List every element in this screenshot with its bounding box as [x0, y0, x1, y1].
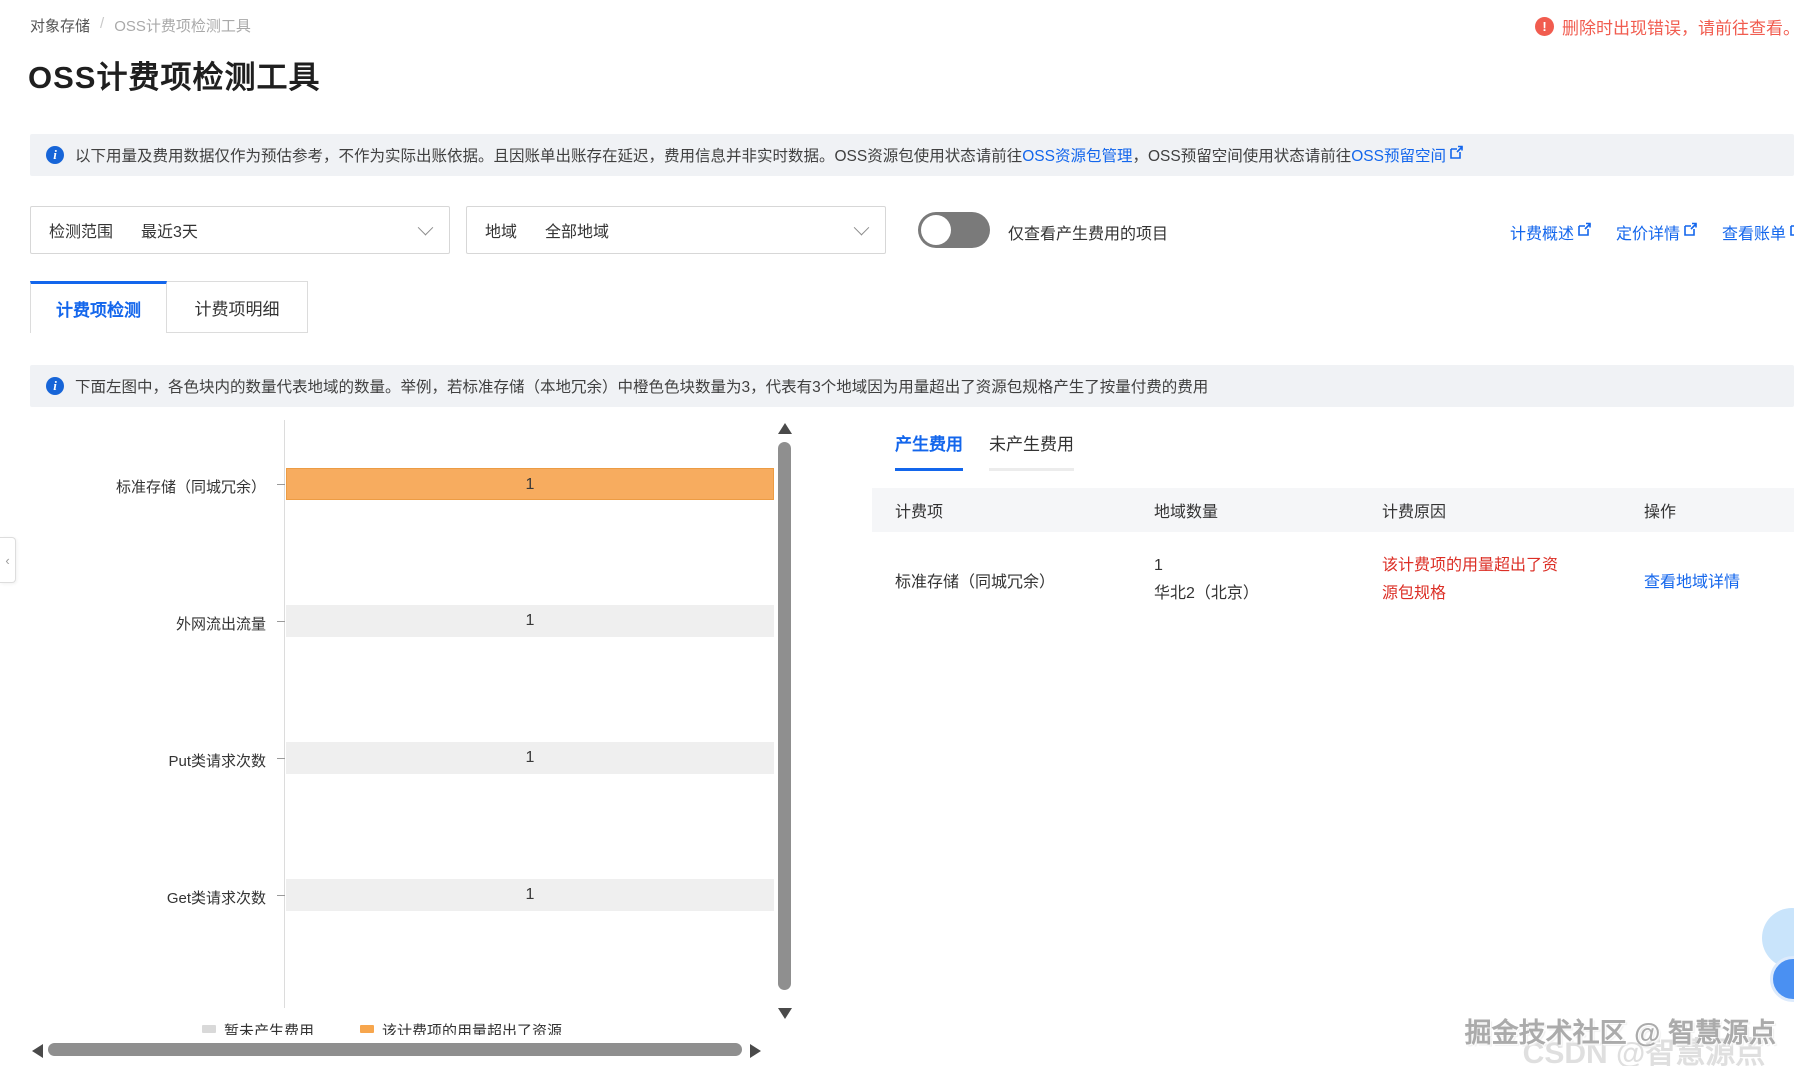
only-billed-toggle-label: 仅查看产生费用的项目 [1008, 226, 1169, 243]
scroll-right-arrow-icon[interactable] [750, 1044, 761, 1058]
reason-text: 该计费项的用量超出了资源包规格 [1382, 557, 1559, 602]
axis-tick [277, 621, 285, 622]
legend-swatch-orange [360, 1025, 375, 1033]
bar-put-requests[interactable]: 1 [286, 742, 774, 774]
info-icon: i [46, 377, 64, 395]
pricing-detail-link[interactable]: 定价详情 [1616, 220, 1698, 244]
external-link-icon [1789, 222, 1794, 242]
region-value: 全部地域 [545, 224, 610, 241]
axis-tick [277, 758, 285, 759]
main-tabs: 计费项检测 计费项明细 [30, 281, 308, 333]
reserved-capacity-link[interactable]: OSS预留空间 [1351, 144, 1446, 166]
chart-explain-banner: i 下面左图中，各色块内的数量代表地域的数量。举例，若标准存储（本地冗余）中橙色… [30, 365, 1794, 407]
chart-vertical-scrollbar[interactable] [777, 420, 793, 1066]
floating-help-button[interactable] [1770, 956, 1794, 1002]
tab-fee-not-incurred[interactable]: 未产生费用 [989, 430, 1074, 471]
bar-label-get-requests: Get类请求次数 [166, 890, 266, 907]
vertical-scroll-thumb[interactable] [778, 442, 791, 990]
chevron-down-icon [417, 219, 434, 235]
breadcrumb-current: OSS计费项检测工具 [114, 18, 251, 35]
bar-standard-storage[interactable]: 1 [286, 468, 774, 500]
only-billed-toggle[interactable] [918, 212, 990, 248]
scroll-down-arrow-icon[interactable] [778, 1008, 792, 1019]
cell-action: 查看地域详情 [1644, 568, 1794, 592]
table-row: 标准存储（同城冗余） 1 华北2（北京） 该计费项的用量超出了资源包规格 查看地… [872, 532, 1794, 630]
region-label: 地域 [485, 224, 518, 241]
toggle-knob [921, 215, 951, 245]
billing-overview-label: 计费概述 [1509, 226, 1574, 243]
bar-label-put-requests: Put类请求次数 [168, 753, 266, 770]
bar-label-outbound-traffic: 外网流出流量 [175, 616, 266, 633]
breadcrumb: 对象存储 / OSS计费项检测工具 [30, 15, 251, 36]
external-link-icon [1577, 222, 1592, 242]
range-value: 最近3天 [141, 224, 198, 241]
cell-billing-item: 标准存储（同城冗余） [895, 574, 1056, 591]
legend-item-over-quota: 该计费项的用量超出了资源 [360, 1020, 562, 1035]
help-links: 计费概述 定价详情 查看账单 [1510, 220, 1794, 244]
axis-tick [277, 895, 285, 896]
range-label: 检测范围 [49, 224, 114, 241]
sidebar-collapse-handle[interactable]: ‹ [0, 537, 16, 583]
billing-item-bar-chart: 标准存储（同城冗余） 1 外网流出流量 1 Put类请求次数 1 Get类请求次… [30, 420, 792, 1066]
fee-tabs: 产生费用 未产生费用 [872, 430, 1794, 471]
fee-result-panel: 产生费用 未产生费用 计费项 地域数量 计费原因 操作 标准存储（同城冗余） 1… [872, 430, 1794, 630]
estimate-notice-banner: i 以下用量及费用数据仅作为预估参考，不作为实际出账依据。且因账单出账存在延迟，… [30, 134, 1794, 176]
external-link-icon [1683, 222, 1698, 242]
legend-label-no-fee: 暂未产生费用 [224, 1023, 315, 1035]
resource-pack-link[interactable]: OSS资源包管理 [1022, 144, 1132, 166]
chart-horizontal-scrollbar[interactable] [30, 1042, 792, 1060]
cell-reason: 该计费项的用量超出了资源包规格 [1382, 552, 1644, 608]
oss-billing-detect-page: 对象存储 / OSS计费项检测工具 ! 删除时出现错误，请前往查看。 OSS计费… [0, 0, 1794, 1066]
col-action: 操作 [1644, 504, 1677, 521]
region-select[interactable]: 地域 全部地域 [466, 206, 886, 254]
tab-billing-item-detail[interactable]: 计费项明细 [167, 281, 308, 333]
billing-overview-link[interactable]: 计费概述 [1510, 220, 1592, 244]
delete-error-alert[interactable]: ! 删除时出现错误，请前往查看。 [1535, 14, 1794, 39]
legend-item-no-fee: 暂未产生费用 [202, 1020, 314, 1035]
view-region-detail-link[interactable]: 查看地域详情 [1644, 574, 1740, 591]
detect-range-select[interactable]: 检测范围 最近3天 [30, 206, 450, 254]
scroll-up-arrow-icon[interactable] [778, 423, 792, 434]
region-count: 1 [1154, 557, 1163, 574]
cell-region: 1 华北2（北京） [1154, 552, 1382, 608]
region-name: 华北2（北京） [1154, 585, 1259, 602]
error-icon: ! [1535, 17, 1554, 36]
watermark: CSDN @智慧源点 掘金技术社区 @ 智慧源点 [1464, 1011, 1776, 1066]
pricing-detail-label: 定价详情 [1615, 226, 1680, 243]
tab-fee-incurred[interactable]: 产生费用 [895, 430, 963, 471]
notice-text-1: 以下用量及费用数据仅作为预估参考，不作为实际出账依据。且因账单出账存在延迟，费用… [75, 148, 1023, 165]
notice-text-2: ，OSS预留空间使用状态请前往 [1132, 148, 1352, 165]
chevron-down-icon [853, 219, 870, 235]
bar-label-standard-storage: 标准存储（同城冗余） [115, 479, 266, 496]
col-billing-item: 计费项 [895, 504, 944, 521]
breadcrumb-separator: / [100, 15, 105, 32]
legend-label-over-quota: 该计费项的用量超出了资源 [382, 1023, 563, 1035]
scroll-left-arrow-icon[interactable] [32, 1044, 43, 1058]
legend-swatch-gray [202, 1025, 216, 1033]
tab-billing-item-detect[interactable]: 计费项检测 [30, 281, 167, 333]
chart-explain-text: 下面左图中，各色块内的数量代表地域的数量。举例，若标准存储（本地冗余）中橙色色块… [75, 379, 1209, 396]
watermark-front-text: 掘金技术社区 @ 智慧源点 [1464, 1018, 1776, 1048]
bar-get-requests[interactable]: 1 [286, 879, 774, 911]
col-region-count: 地域数量 [1154, 504, 1219, 521]
chevron-left-icon: ‹ [5, 552, 10, 568]
chart-y-axis [284, 420, 285, 1008]
view-bill-label: 查看账单 [1721, 226, 1786, 243]
fee-table-header: 计费项 地域数量 计费原因 操作 [872, 488, 1794, 532]
external-link-icon [1449, 145, 1464, 165]
bar-outbound-traffic[interactable]: 1 [286, 605, 774, 637]
axis-tick [277, 484, 285, 485]
page-title: OSS计费项检测工具 [28, 60, 321, 95]
info-icon: i [46, 146, 64, 164]
breadcrumb-parent[interactable]: 对象存储 [30, 15, 90, 36]
error-text: 删除时出现错误，请前往查看。 [1562, 19, 1794, 38]
view-bill-link[interactable]: 查看账单 [1722, 220, 1794, 244]
chart-legend: 暂未产生费用 该计费项的用量超出了资源 [202, 1020, 562, 1035]
col-billing-reason: 计费原因 [1382, 504, 1447, 521]
watermark-back-text: CSDN @智慧源点 [1522, 1037, 1766, 1066]
horizontal-scroll-thumb[interactable] [48, 1043, 742, 1056]
